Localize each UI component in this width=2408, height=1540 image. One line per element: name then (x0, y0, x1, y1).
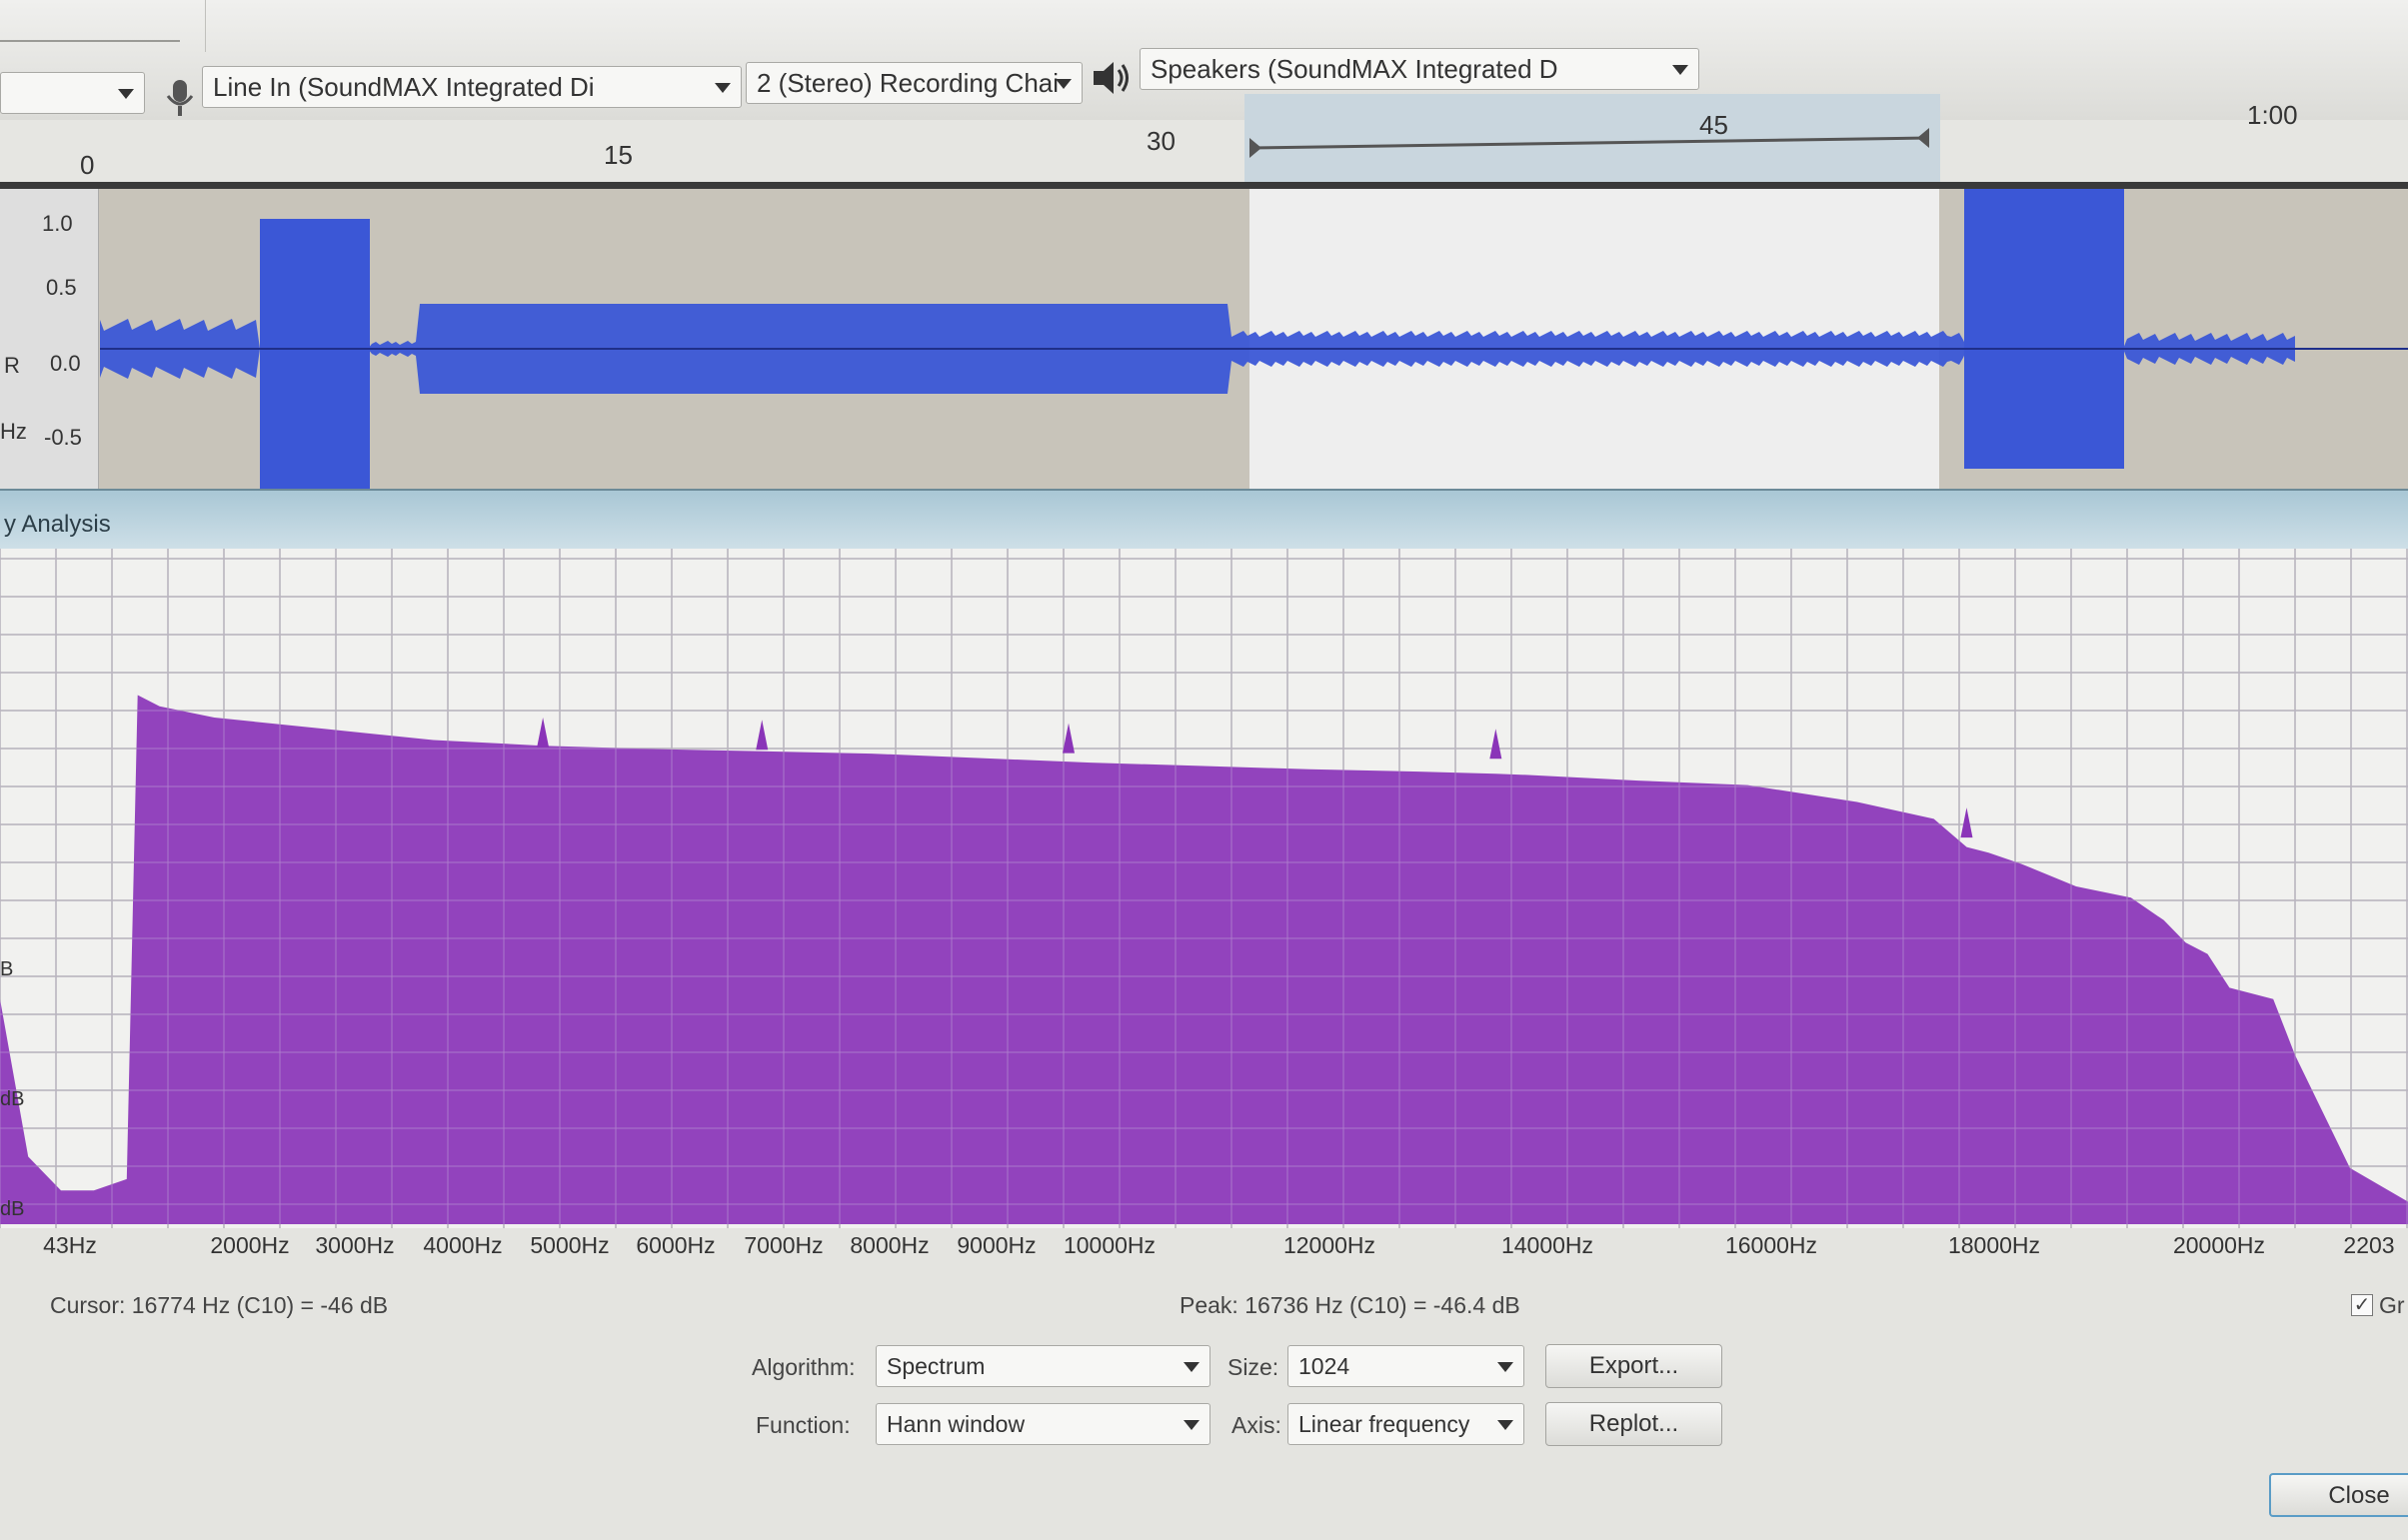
spectrum-chart (0, 549, 2408, 1228)
waveform-track[interactable] (0, 189, 2408, 489)
y-axis-label: dB (0, 1088, 25, 1110)
channels-select[interactable]: 2 (Stereo) Recording Chai (746, 62, 1083, 104)
axis-value: Linear frequency (1298, 1411, 1470, 1437)
channel-label: R (4, 353, 20, 378)
speaker-icon (1090, 56, 1134, 100)
ruler-label-30: 30 (1147, 126, 1176, 156)
y-axis-label: B (0, 958, 14, 980)
meter-strip[interactable] (0, 0, 206, 52)
x-tick-label: 43Hz (43, 1232, 97, 1258)
host-combo[interactable] (0, 72, 145, 114)
chevron-down-icon (1497, 1362, 1513, 1372)
peak-readout: Peak: 16736 Hz (C10) = -46.4 dB (1180, 1292, 1520, 1318)
x-axis-labels: 43Hz 2000Hz 3000Hz 4000Hz 5000Hz 6000Hz 7000Hz… (0, 1232, 2408, 1264)
x-tick-label: 12000Hz (1282, 1232, 1376, 1258)
algorithm-select[interactable]: Spectrum (876, 1345, 1210, 1387)
spectrum-peak (1063, 723, 1076, 754)
output-device-value: Speakers (SoundMAX Integrated D (1151, 54, 1558, 84)
axis-label: Axis: (1231, 1412, 1281, 1438)
x-tick-label: 20000Hz (2172, 1232, 2266, 1258)
spectrum-peak (1489, 729, 1502, 760)
spectrum-area (0, 695, 2408, 1224)
export-button[interactable]: Export... (1545, 1344, 1722, 1388)
y-axis-label: dB (0, 1198, 25, 1220)
input-device-value: Line In (SoundMAX Integrated Di (213, 72, 595, 102)
grids-label: Gr (2379, 1292, 2405, 1318)
waveform-clip-block (1964, 189, 2124, 469)
size-select[interactable]: 1024 (1287, 1345, 1524, 1387)
input-device-select[interactable]: Line In (SoundMAX Integrated Di (202, 66, 742, 108)
axis-select[interactable]: Linear frequency (1287, 1403, 1524, 1445)
function-select[interactable]: Hann window (876, 1403, 1210, 1445)
x-tick-label: 7000Hz (744, 1232, 824, 1258)
x-tick-label: 9000Hz (957, 1232, 1037, 1258)
spectrum-plot[interactable]: B dB dB (0, 549, 2408, 1228)
x-tick-label: 5000Hz (530, 1232, 610, 1258)
waveform (100, 189, 2408, 489)
grids-checkbox[interactable]: ✓ (2351, 1294, 2373, 1316)
scale-label: -0.5 (44, 425, 82, 450)
ruler-label-60: 1:00 (2247, 100, 2298, 130)
replot-button[interactable]: Replot... (1545, 1402, 1722, 1446)
x-tick-label: 14000Hz (1500, 1232, 1594, 1258)
ruler-label-45: 45 (1699, 110, 1728, 140)
function-label: Function: (756, 1412, 851, 1438)
channels-value: 2 (Stereo) Recording Chai (757, 68, 1060, 98)
timeline-ruler[interactable]: 0 15 30 45 1:00 (0, 94, 2408, 189)
x-tick-label: 16000Hz (1724, 1232, 1818, 1258)
chevron-down-icon (1184, 1420, 1200, 1430)
spectrum-peak (756, 720, 769, 751)
analysis-title: y Analysis (4, 511, 111, 538)
function-value: Hann window (887, 1411, 1026, 1437)
output-device-select[interactable]: Speakers (SoundMAX Integrated D (1140, 48, 1699, 90)
chevron-down-icon (1184, 1362, 1200, 1372)
chevron-down-icon (1056, 79, 1072, 89)
meter-line (0, 40, 180, 42)
chevron-down-icon (118, 89, 134, 99)
size-label: Size: (1227, 1354, 1279, 1380)
x-tick-label: 3000Hz (315, 1232, 395, 1258)
chevron-down-icon (1497, 1420, 1513, 1430)
analysis-status: Cursor: 16774 Hz (C10) = -46 dB Peak: 16… (0, 1284, 2408, 1324)
ruler-label-15: 15 (604, 140, 633, 170)
device-toolbar: Line In (SoundMAX Integrated Di 2 (Stere… (0, 0, 2408, 121)
analysis-title-bar[interactable]: y Analysis (0, 489, 2408, 551)
waveform-clip-block (260, 219, 370, 489)
spectrum-peak (1960, 807, 1973, 838)
rate-label: Hz (0, 419, 27, 444)
x-tick-label: 18000Hz (1947, 1232, 2041, 1258)
scale-label: 0.0 (50, 351, 81, 376)
x-tick-label: 8000Hz (850, 1232, 930, 1258)
size-value: 1024 (1298, 1353, 1350, 1379)
chevron-down-icon (715, 83, 731, 93)
algorithm-label: Algorithm: (752, 1354, 856, 1380)
x-tick-label: 6000Hz (636, 1232, 716, 1258)
cursor-readout: Cursor: 16774 Hz (C10) = -46 dB (50, 1292, 389, 1318)
x-tick-label: 2203 (2343, 1232, 2395, 1258)
scale-label: 0.5 (46, 275, 77, 300)
x-tick-label: 10000Hz (1063, 1232, 1157, 1258)
microphone-icon (158, 76, 202, 120)
algorithm-value: Spectrum (887, 1353, 986, 1379)
chevron-down-icon (1672, 65, 1688, 75)
x-tick-label: 4000Hz (423, 1232, 503, 1258)
close-button[interactable]: Close (2269, 1473, 2408, 1517)
track-scale: 1.0 0.5 0.0 -0.5 R Hz (0, 189, 99, 489)
ruler-ticks (1248, 128, 1930, 158)
spectrum-peak (537, 718, 550, 748)
x-tick-label: 2000Hz (210, 1232, 290, 1258)
ruler-label-0: 0 (80, 150, 95, 180)
scale-label: 1.0 (42, 211, 73, 236)
